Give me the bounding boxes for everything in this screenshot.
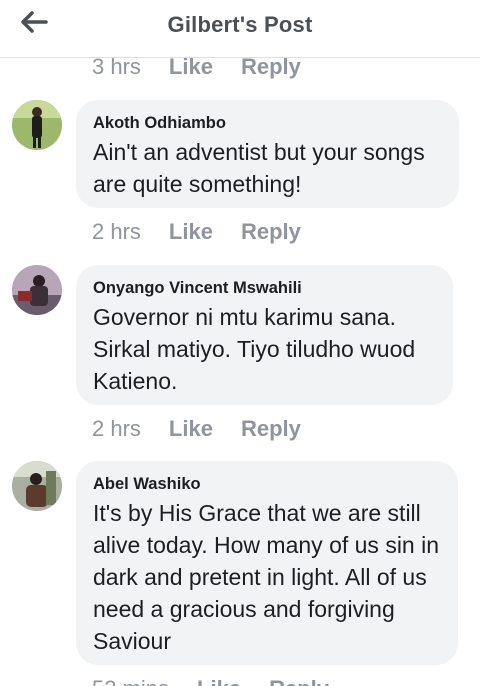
avatar[interactable]: [12, 100, 62, 150]
comment-text: It's by His Grace that we are still aliv…: [93, 500, 440, 654]
page-title: Gilbert's Post: [167, 12, 313, 37]
comment-timestamp: 2 hrs: [92, 416, 141, 441]
avatar[interactable]: [12, 461, 62, 511]
comment-author[interactable]: Abel Washiko: [93, 473, 440, 495]
comment-author[interactable]: Onyango Vincent Mswahili: [93, 277, 435, 299]
top-bar: Gilbert's Post: [0, 0, 480, 58]
avatar[interactable]: [12, 265, 62, 315]
comment-text: Ain't an adventist but your songs are qu…: [93, 139, 425, 197]
comment-timestamp: 52 mins: [92, 676, 169, 686]
like-button[interactable]: Like: [197, 676, 241, 686]
reply-button[interactable]: Reply: [241, 416, 301, 442]
comment-actions: 2 hrs Like Reply: [92, 414, 301, 444]
reply-button[interactable]: Reply: [241, 219, 301, 245]
comment-actions: 2 hrs Like Reply: [92, 217, 301, 247]
comment-bubble: Abel Washiko It's by His Grace that we a…: [76, 461, 458, 665]
comment-author[interactable]: Akoth Odhiambo: [93, 112, 441, 134]
comment-bubble: Akoth Odhiambo Ain't an adventist but yo…: [76, 100, 459, 208]
comment-bubble: Onyango Vincent Mswahili Governor ni mtu…: [76, 265, 453, 405]
comment-text: Governor ni mtu karimu sana. Sirkal mati…: [93, 304, 416, 394]
comment-timestamp: 2 hrs: [92, 219, 141, 244]
like-button[interactable]: Like: [169, 416, 213, 442]
like-button[interactable]: Like: [169, 219, 213, 245]
comment-actions: 52 mins Like Reply: [92, 674, 329, 686]
reply-button[interactable]: Reply: [269, 676, 329, 686]
